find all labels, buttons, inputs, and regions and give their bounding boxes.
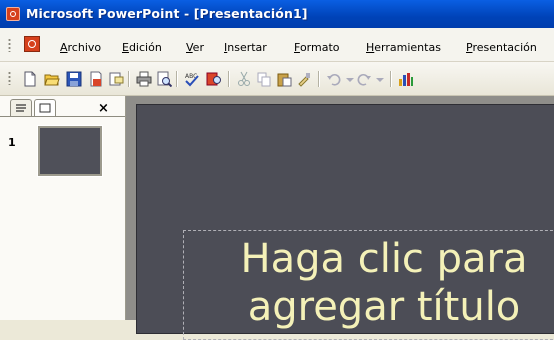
document-icon[interactable]	[24, 36, 40, 52]
toolbar-separator	[128, 71, 130, 87]
new-icon[interactable]	[22, 71, 38, 87]
copy-icon[interactable]	[256, 71, 272, 87]
slide-canvas[interactable]: Haga clic para agregar título	[136, 104, 554, 340]
menu-formato[interactable]: Formato	[294, 41, 340, 54]
print-icon[interactable]	[136, 71, 152, 87]
slide-workspace: Haga clic para agregar título	[126, 96, 554, 340]
slide-number: 1	[8, 136, 16, 149]
toolbar-separator	[228, 71, 230, 87]
menu-edicion[interactable]: Edición	[122, 41, 162, 54]
tab-outline[interactable]	[10, 99, 32, 116]
tab-slides[interactable]	[34, 99, 56, 117]
redo-dropdown-icon[interactable]	[372, 71, 388, 87]
menu-grip[interactable]	[8, 38, 11, 52]
chart-icon[interactable]	[398, 71, 414, 87]
title-placeholder[interactable]: Haga clic para agregar título	[183, 230, 554, 340]
menu-bar: Archivo Edición Ver Insertar Formato Her…	[0, 28, 554, 62]
format-painter-icon[interactable]	[296, 71, 312, 87]
close-icon[interactable]: ×	[98, 101, 109, 116]
print-preview-icon[interactable]	[156, 71, 172, 87]
powerpoint-app-icon[interactable]	[6, 7, 20, 21]
title-placeholder-text: Haga clic para agregar título	[240, 236, 528, 330]
paste-icon[interactable]	[276, 71, 292, 87]
research-icon[interactable]	[206, 71, 222, 87]
cut-icon[interactable]	[236, 71, 252, 87]
tab-divider	[0, 116, 125, 117]
menu-presentacion[interactable]: Presentación	[466, 41, 537, 54]
save-icon[interactable]	[66, 71, 82, 87]
window-title: Microsoft PowerPoint - [Presentación1]	[26, 6, 308, 21]
standard-toolbar: ABC	[0, 62, 554, 96]
slide-thumbnail[interactable]	[37, 125, 103, 177]
title-bar: Microsoft PowerPoint - [Presentación1]	[0, 0, 554, 28]
redo-icon[interactable]	[356, 71, 372, 87]
undo-icon[interactable]	[326, 71, 342, 87]
menu-ver[interactable]: Ver	[186, 41, 204, 54]
slides-outline-panel: × 1	[0, 96, 126, 320]
outline-icon	[16, 104, 26, 112]
toolbar-separator	[318, 71, 320, 87]
email-icon[interactable]	[108, 71, 124, 87]
toolbar-separator	[176, 71, 178, 87]
slides-icon	[39, 103, 51, 113]
toolbar-separator	[390, 71, 392, 87]
menu-insertar[interactable]: Insertar	[224, 41, 267, 54]
open-icon[interactable]	[44, 71, 60, 87]
menu-archivo[interactable]: Archivo	[60, 41, 101, 54]
permission-icon[interactable]	[88, 71, 104, 87]
toolbar-grip[interactable]	[8, 71, 11, 85]
spelling-icon[interactable]: ABC	[184, 71, 200, 87]
menu-herramientas[interactable]: Herramientas	[366, 41, 441, 54]
